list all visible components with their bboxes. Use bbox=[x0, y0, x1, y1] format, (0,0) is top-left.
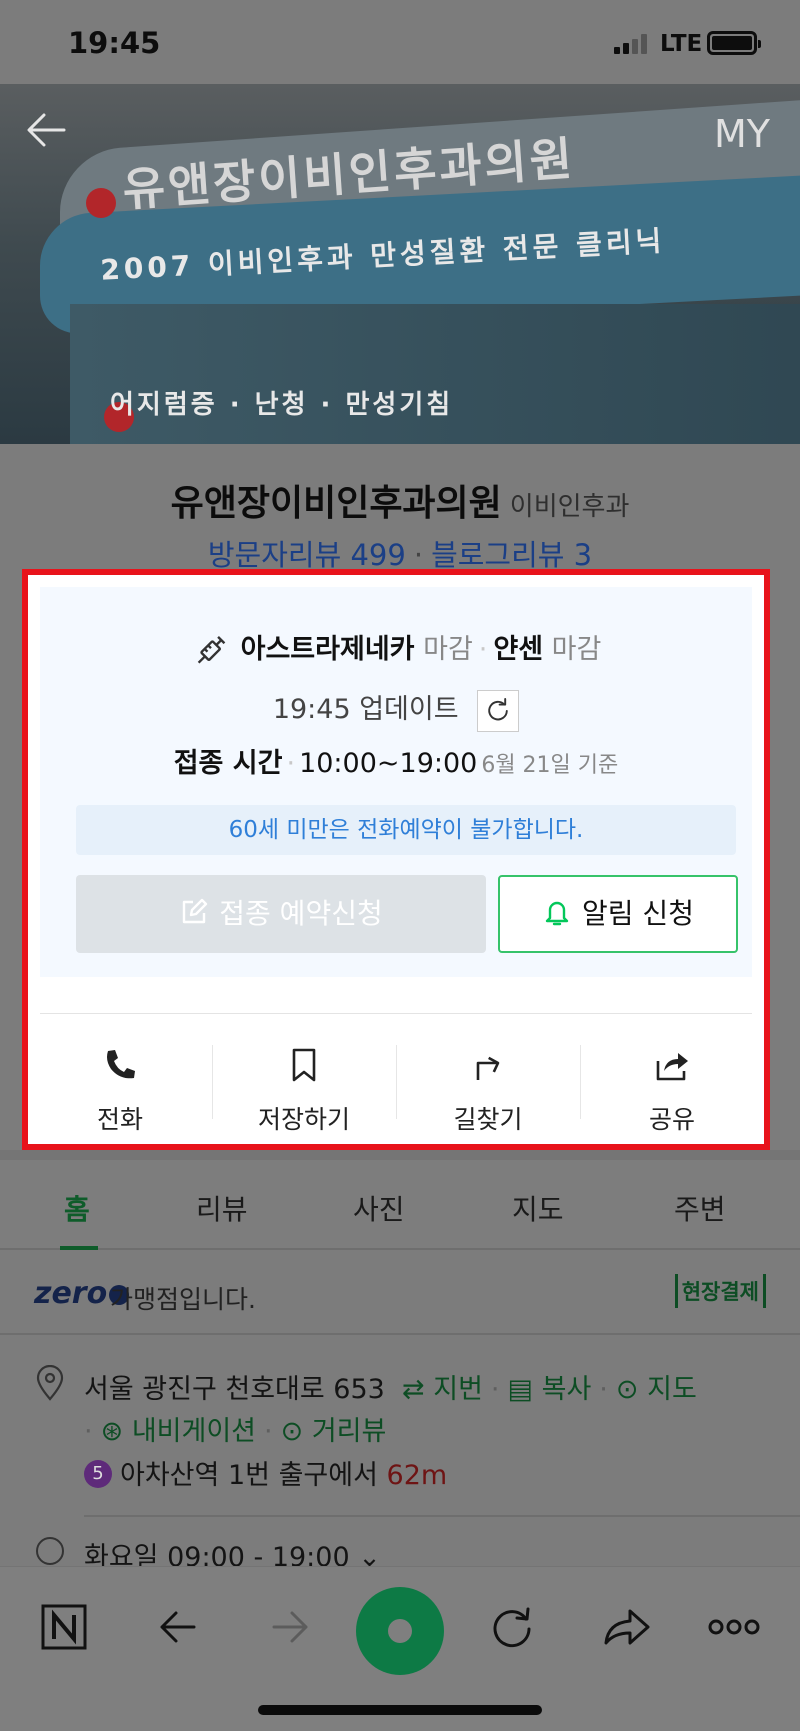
alert-request-label: 알림 신청 bbox=[582, 897, 694, 930]
refresh-icon bbox=[488, 697, 508, 720]
back-icon[interactable] bbox=[150, 1599, 206, 1655]
network-type: LTE bbox=[660, 31, 703, 57]
visitor-review-link[interactable]: 방문자리뷰 499 bbox=[208, 538, 406, 572]
address-links-line: · ⊛ 내비게이션 · ⊙ 거리뷰 bbox=[84, 1416, 387, 1447]
share-icon bbox=[656, 1053, 688, 1081]
vaccine-status-line: 아스트라제네카 마감 · 얀센 마감 bbox=[40, 627, 752, 671]
tab-map[interactable]: 지도 bbox=[512, 1188, 564, 1228]
refresh-button[interactable] bbox=[477, 689, 520, 732]
subway-line-badge: 5 bbox=[84, 1459, 112, 1488]
vaccine2-status: 마감 bbox=[551, 634, 602, 665]
clock-icon bbox=[36, 1537, 64, 1565]
green-dot-button-icon[interactable] bbox=[354, 1585, 446, 1677]
syringe-icon bbox=[197, 635, 225, 664]
address-line: 서울 광진구 천호대로 653 ⇄ 지번 · ▤ 복사 · ⊙ 지도 bbox=[84, 1374, 697, 1405]
place-category: 이비인후과 bbox=[509, 492, 630, 522]
tab-home[interactable]: 홈 bbox=[64, 1188, 90, 1228]
status-time: 19:45 bbox=[68, 26, 161, 60]
browser-toolbar bbox=[0, 1566, 800, 1731]
exit-text: 1번 출구에서 bbox=[227, 1460, 378, 1491]
phone-icon bbox=[107, 1050, 135, 1079]
reload-icon[interactable] bbox=[484, 1599, 540, 1655]
directions-button[interactable]: 길찾기 bbox=[396, 1015, 580, 1150]
place-name: 유앤장이비인후과의원 bbox=[170, 483, 502, 524]
naver-home-icon[interactable] bbox=[36, 1599, 92, 1655]
card-divider bbox=[40, 1013, 752, 1014]
station-name: 아차산역 bbox=[120, 1460, 220, 1491]
signal-icon bbox=[614, 34, 650, 54]
share-button[interactable]: 공유 bbox=[580, 1015, 764, 1150]
map-link[interactable]: ⊙ 지도 bbox=[616, 1374, 697, 1405]
bell-icon bbox=[545, 901, 569, 926]
alert-request-button[interactable]: 알림 신청 bbox=[498, 875, 738, 953]
blog-review-link[interactable]: 블로그리뷰 3 bbox=[431, 538, 592, 572]
tab-photos[interactable]: 사진 bbox=[353, 1188, 405, 1228]
more-menu-icon[interactable] bbox=[706, 1599, 762, 1655]
place-tabs: 홈 리뷰 사진 지도 주변 bbox=[0, 1150, 800, 1250]
address-text: 서울 광진구 천호대로 653 bbox=[84, 1374, 385, 1405]
vaccination-time: 접종 시간 · 10:00~19:00 6월 21일 기준 bbox=[173, 748, 619, 779]
place-title: 유앤장이비인후과의원 이비인후과 bbox=[0, 474, 800, 526]
action-bar: 전화 저장하기 길찾기 공유 bbox=[28, 1015, 764, 1150]
vaccine2-name: 얀센 bbox=[493, 634, 544, 665]
battery-icon bbox=[707, 31, 761, 55]
save-label: 저장하기 bbox=[257, 1105, 350, 1134]
location-pin-icon bbox=[36, 1365, 64, 1401]
navigation-link[interactable]: ⊛ 내비게이션 bbox=[101, 1416, 256, 1447]
back-arrow-icon[interactable] bbox=[24, 108, 68, 152]
update-time: 19:45 업데이트 bbox=[272, 694, 459, 725]
directions-icon bbox=[476, 1056, 500, 1080]
photo-sign-bottom: 어지럼증 · 난청 · 만성기침 bbox=[110, 390, 454, 420]
vaccine-action-card: 아스트라제네카 마감 · 얀센 마감 19:45 업데이트 접종 시간 · 10:00~… bbox=[22, 569, 770, 1150]
share-label: 공유 bbox=[648, 1105, 695, 1134]
address-section: 서울 광진구 천호대로 653 ⇄ 지번 · ▤ 복사 · ⊙ 지도 · ⊛ 내비게이션 ·… bbox=[0, 1335, 800, 1580]
vaccine-panel: 아스트라제네카 마감 · 얀센 마감 19:45 업데이트 접종 시간 · 10:00~… bbox=[40, 587, 752, 977]
bookmark-icon bbox=[292, 1048, 316, 1082]
share-arrow-icon[interactable] bbox=[598, 1599, 654, 1655]
place-photo[interactable]: 유앤장이비인후과의원 2007 이비인후과 만성질환 전문 클리닉 어지럼증 ·… bbox=[0, 84, 800, 444]
clinic-logo-icon bbox=[86, 188, 116, 218]
vaccine1-status: 마감 bbox=[423, 634, 473, 665]
home-indicator bbox=[258, 1705, 542, 1715]
tab-nearby[interactable]: 주변 bbox=[674, 1188, 726, 1228]
update-line: 19:45 업데이트 bbox=[40, 687, 752, 732]
vaccine1-name: 아스트라제네카 bbox=[240, 634, 415, 665]
vaccine-reserve-label: 접종 예약신청 bbox=[219, 897, 383, 930]
edit-icon bbox=[183, 898, 208, 924]
station-distance: 62m bbox=[386, 1460, 448, 1491]
phone-reservation-notice: 60세 미만은 전화예약이 불가합니다. bbox=[76, 805, 736, 855]
vaccine-reserve-button[interactable]: 접종 예약신청 bbox=[76, 875, 486, 953]
call-button[interactable]: 전화 bbox=[28, 1015, 212, 1150]
lot-number-link[interactable]: ⇄ 지번 bbox=[402, 1374, 483, 1405]
address-divider bbox=[84, 1515, 800, 1517]
zeropay-row: zero 가맹점입니다. 현장결제 bbox=[0, 1250, 800, 1335]
vaccination-time-value: 10:00~19:00 bbox=[299, 748, 478, 779]
directions-label: 길찾기 bbox=[453, 1105, 523, 1134]
call-label: 전화 bbox=[96, 1105, 143, 1134]
zeropay-text: 가맹점입니다. bbox=[110, 1285, 256, 1314]
title-area: 유앤장이비인후과의원 이비인후과 방문자리뷰 499 · 블로그리뷰 3 bbox=[0, 444, 800, 584]
forward-icon[interactable] bbox=[262, 1599, 318, 1655]
subway-info: 5 아차산역 1번 출구에서 62m bbox=[84, 1453, 447, 1492]
review-links: 방문자리뷰 499 · 블로그리뷰 3 bbox=[207, 538, 593, 572]
copy-address-link[interactable]: ▤ 복사 bbox=[508, 1374, 592, 1405]
street-view-link[interactable]: ⊙ 거리뷰 bbox=[281, 1416, 387, 1447]
tab-reviews[interactable]: 리뷰 bbox=[196, 1188, 248, 1228]
status-bar: 19:45 LTE bbox=[0, 0, 800, 84]
my-button[interactable]: MY bbox=[714, 112, 770, 156]
onsite-payment-badge[interactable]: 현장결제 bbox=[674, 1274, 766, 1308]
vaccination-time-label: 접종 시간 bbox=[173, 748, 283, 779]
vaccination-time-basis: 6월 21일 기준 bbox=[481, 753, 619, 778]
save-button[interactable]: 저장하기 bbox=[212, 1015, 396, 1150]
